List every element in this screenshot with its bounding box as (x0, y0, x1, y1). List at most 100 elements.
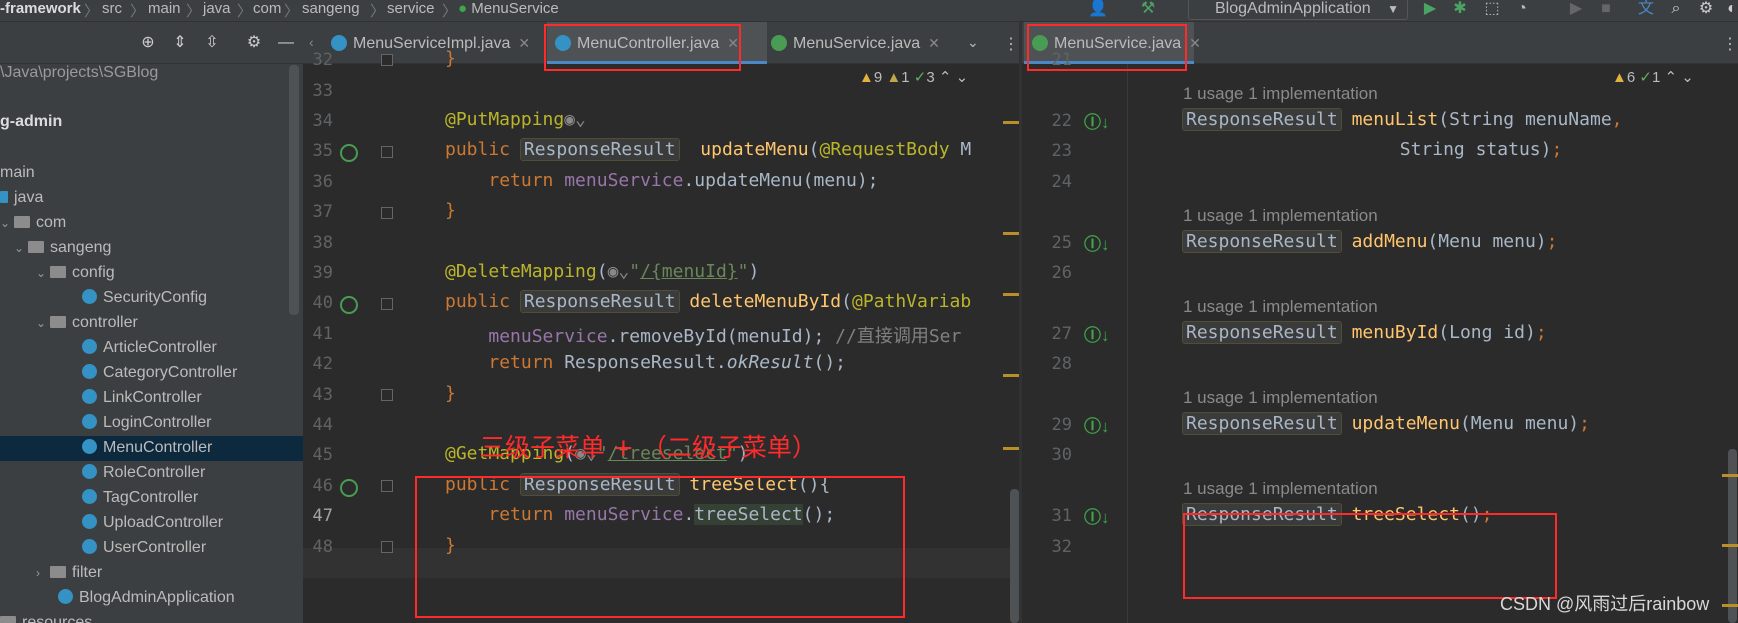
spring-endpoint-icon[interactable] (340, 144, 358, 162)
tree-item-uploadcontroller[interactable]: UploadController (82, 514, 223, 532)
tree-item-main[interactable]: main (0, 164, 35, 182)
tab-menuservice[interactable]: MenuService.java ✕ (763, 22, 973, 64)
tree-item-blogadminapplication[interactable]: BlogAdminApplication (58, 589, 235, 607)
fold-icon[interactable] (381, 541, 393, 553)
inspection-summary[interactable]: ▲9 ▲1 ✓3 ⌃ ⌄ (859, 68, 968, 86)
fold-icon[interactable] (381, 298, 393, 310)
expand-all-icon[interactable]: ⇕ (170, 34, 190, 54)
tree-item-label: SecurityConfig (103, 289, 208, 306)
editor-scrollbar[interactable] (1010, 489, 1019, 623)
translate-icon[interactable]: 文 (1636, 0, 1656, 20)
tree-item-tagcontroller[interactable]: TagController (82, 489, 198, 507)
warning-marker[interactable] (1722, 544, 1738, 547)
usage-hint[interactable]: 1 usage 1 implementation (1183, 297, 1378, 317)
ide-features-icon[interactable]: ◐ (1722, 0, 1738, 20)
close-icon[interactable]: ✕ (928, 35, 940, 51)
usage-hint[interactable]: 1 usage 1 implementation (1183, 388, 1378, 408)
chevron-up-icon[interactable]: ⌃ (1664, 69, 1677, 86)
user-icon[interactable]: 👤 (1088, 0, 1108, 20)
close-icon[interactable]: ✕ (1189, 35, 1201, 51)
tree-item-securityconfig[interactable]: SecurityConfig (82, 289, 207, 307)
spring-endpoint-icon[interactable] (340, 296, 358, 314)
warning-marker[interactable] (1003, 232, 1019, 235)
warning-marker[interactable] (1003, 121, 1019, 124)
warning-marker[interactable] (1003, 293, 1019, 296)
gear-icon[interactable]: ⚙ (244, 34, 264, 54)
project-scrollbar[interactable] (289, 65, 299, 315)
fold-icon[interactable] (381, 480, 393, 492)
tree-item-linkcontroller[interactable]: LinkController (82, 389, 202, 407)
close-icon[interactable]: ✕ (518, 35, 530, 51)
gear-icon[interactable]: ⚙ (1696, 0, 1716, 20)
usage-hint[interactable]: 1 usage 1 implementation (1183, 206, 1378, 226)
tree-item-articlecontroller[interactable]: ArticleController (82, 339, 217, 357)
fold-icon[interactable] (381, 389, 393, 401)
breadcrumb-com[interactable]: com (253, 0, 281, 17)
stop-icon[interactable]: ■ (1596, 0, 1616, 20)
tree-item-usercontroller[interactable]: UserController (82, 539, 206, 557)
breadcrumb-menuservice[interactable]: ● MenuService (458, 0, 559, 17)
warning-marker[interactable] (1003, 374, 1019, 377)
run-configuration-select[interactable]: BlogAdminApplication ▼ (1188, 0, 1408, 20)
chevron-down-icon[interactable]: ⌄ (14, 241, 28, 255)
implemented-icon[interactable]: Ⓘ↓ (1084, 321, 1110, 346)
tab-menuserviceimpl[interactable]: MenuServiceImpl.java ✕ (323, 22, 558, 64)
coverage-icon[interactable]: ⬚ (1482, 0, 1502, 20)
build-hammer-icon[interactable]: ⚒ (1138, 0, 1158, 20)
collapse-all-icon[interactable]: ⇳ (202, 34, 222, 54)
tree-item-com[interactable]: ⌄ com (0, 214, 66, 232)
breadcrumb-src[interactable]: src (102, 0, 122, 17)
weak-warning-count: 1 (901, 69, 910, 86)
usage-hint[interactable]: 1 usage 1 implementation (1183, 479, 1378, 499)
breadcrumb-sangeng[interactable]: sangeng (302, 0, 360, 17)
tree-item-categorycontroller[interactable]: CategoryController (82, 364, 237, 382)
breadcrumb-java[interactable]: java (203, 0, 231, 17)
tree-item-sangeng[interactable]: ⌄ sangeng (14, 239, 111, 257)
chevron-down-icon[interactable]: ⌄ (36, 316, 50, 330)
breadcrumb-module[interactable]: -framework (0, 0, 81, 17)
spring-endpoint-icon[interactable] (340, 479, 358, 497)
search-icon[interactable]: ⌕ (1666, 0, 1686, 20)
fold-icon[interactable] (381, 207, 393, 219)
chevron-down-icon[interactable]: ⌄ (0, 216, 14, 230)
scroll-tabs-left-icon[interactable]: ‹ (309, 34, 314, 50)
tree-item-rolecontroller[interactable]: RoleController (82, 464, 205, 482)
breadcrumb-service[interactable]: service (387, 0, 435, 17)
breadcrumb-main[interactable]: main (148, 0, 181, 17)
profile-icon[interactable]: ◔ (1512, 0, 1532, 20)
breadcrumb-separator: 〉 (84, 3, 100, 20)
tree-item-filter[interactable]: › filter (36, 564, 102, 582)
hide-panel-icon[interactable]: — (276, 34, 296, 54)
tree-item-menucontroller[interactable]: MenuController (82, 439, 212, 457)
warning-marker[interactable] (1722, 474, 1738, 477)
inspection-summary[interactable]: ▲6 ✓1 ⌃ ⌄ (1612, 68, 1694, 86)
implemented-icon[interactable]: Ⓘ↓ (1084, 230, 1110, 255)
implemented-icon[interactable]: Ⓘ↓ (1084, 412, 1110, 437)
implemented-icon[interactable]: Ⓘ↓ (1084, 503, 1110, 528)
implemented-icon[interactable]: Ⓘ↓ (1084, 108, 1110, 133)
resume-icon[interactable]: ▶ (1566, 0, 1586, 20)
tree-item-resources[interactable]: resources (0, 614, 92, 623)
chevron-right-icon[interactable]: › (36, 566, 50, 580)
tree-item-config[interactable]: ⌄ config (36, 264, 115, 282)
tree-item-logincontroller[interactable]: LoginController (82, 414, 212, 432)
fold-icon[interactable] (381, 54, 393, 66)
warning-marker[interactable] (1003, 447, 1019, 450)
usage-hint[interactable]: 1 usage 1 implementation (1183, 84, 1378, 104)
fold-icon[interactable] (381, 146, 393, 158)
chevron-down-icon[interactable]: ⌄ (956, 69, 969, 86)
class-icon (82, 489, 97, 504)
project-module[interactable]: g-admin (0, 113, 62, 131)
chevron-down-icon[interactable]: ⌄ (1681, 69, 1694, 86)
debug-icon[interactable]: ✱ (1450, 0, 1470, 20)
more-options-icon[interactable]: ⋮ (1003, 34, 1019, 54)
warning-marker[interactable] (1722, 604, 1738, 607)
locate-icon[interactable]: ⊕ (138, 34, 158, 54)
tree-item-java[interactable]: java (0, 189, 43, 207)
chevron-down-icon[interactable]: ⌄ (36, 266, 50, 280)
more-options-icon[interactable]: ⋮ (1722, 34, 1738, 54)
run-icon[interactable]: ▶ (1420, 0, 1440, 20)
tree-item-controller[interactable]: ⌄ controller (36, 314, 138, 332)
chevron-down-icon[interactable]: ⌄ (967, 34, 979, 51)
chevron-up-icon[interactable]: ⌃ (939, 69, 952, 86)
